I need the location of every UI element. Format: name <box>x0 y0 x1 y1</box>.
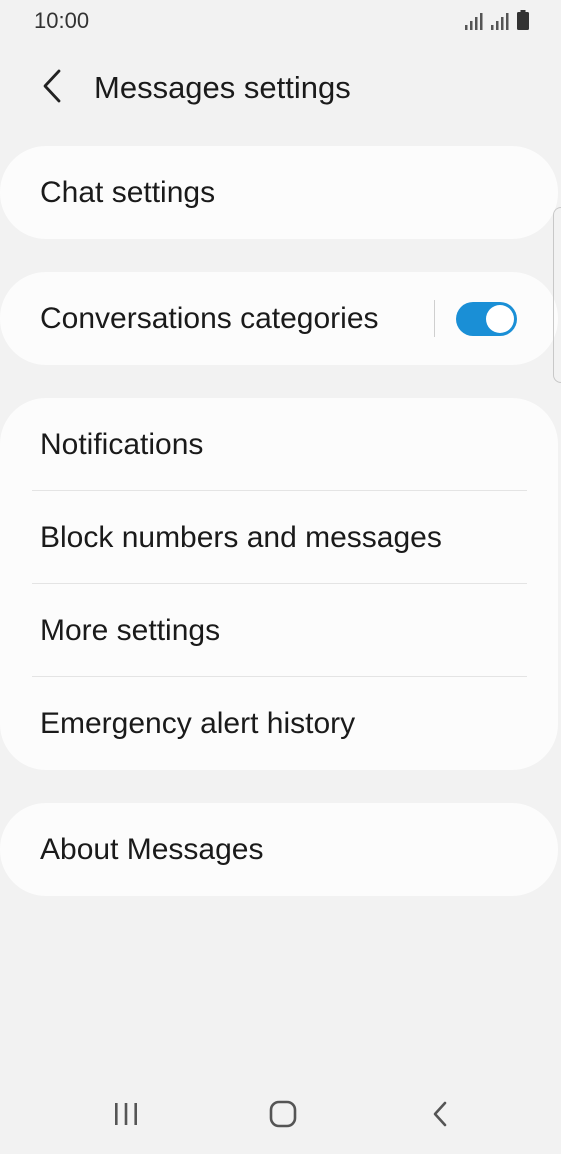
block-numbers-item[interactable]: Block numbers and messages <box>0 491 558 584</box>
chevron-left-icon <box>43 69 61 103</box>
more-settings-item[interactable]: More settings <box>0 584 558 677</box>
status-icons <box>465 10 529 30</box>
conversations-categories-toggle[interactable] <box>456 302 517 336</box>
scrollbar[interactable] <box>553 207 561 383</box>
chat-settings-label: Chat settings <box>40 175 216 209</box>
nav-back-button[interactable] <box>410 1092 470 1136</box>
emergency-alert-history-label: Emergency alert history <box>40 706 356 740</box>
recent-apps-button[interactable] <box>96 1092 156 1136</box>
about-messages-item[interactable]: About Messages <box>0 803 558 896</box>
home-button[interactable] <box>253 1092 313 1136</box>
chat-settings-item[interactable]: Chat settings <box>0 146 558 239</box>
signal-icon <box>491 13 509 30</box>
emergency-alert-history-item[interactable]: Emergency alert history <box>0 677 558 770</box>
back-button[interactable] <box>30 64 74 108</box>
signal-icon <box>465 13 483 30</box>
status-time: 10:00 <box>34 8 90 33</box>
page-title: Messages settings <box>94 70 351 105</box>
conversations-categories-item[interactable]: Conversations categories <box>0 272 558 365</box>
block-numbers-label: Block numbers and messages <box>40 520 442 554</box>
notifications-label: Notifications <box>40 427 204 461</box>
settings-group-about: About Messages <box>0 803 558 896</box>
home-icon <box>269 1100 297 1128</box>
back-icon <box>433 1101 447 1127</box>
recent-apps-icon <box>115 1103 137 1125</box>
about-messages-label: About Messages <box>40 832 264 866</box>
navigation-bar <box>0 1074 561 1154</box>
notifications-item[interactable]: Notifications <box>0 398 558 491</box>
settings-group-chat: Chat settings <box>0 146 558 239</box>
conversations-categories-label: Conversations categories <box>40 301 379 335</box>
status-bar: 10:00 <box>0 0 561 40</box>
more-settings-label: More settings <box>40 613 221 647</box>
divider-vertical <box>434 300 435 337</box>
settings-group-categories: Conversations categories <box>0 272 558 365</box>
app-bar: Messages settings <box>0 58 561 118</box>
battery-icon <box>517 10 529 30</box>
toggle-knob <box>486 305 514 333</box>
settings-group-main: Notifications Block numbers and messages… <box>0 398 558 770</box>
